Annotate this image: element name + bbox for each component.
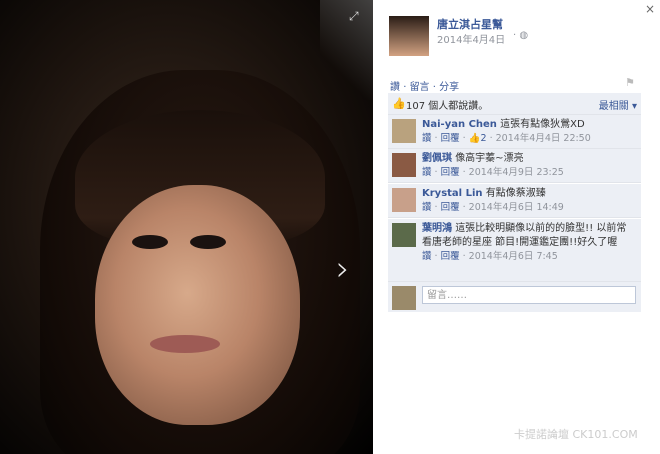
comment-item: Nai-yan Chen 這張有點像狄鶯XD 讚 · 回覆 · 👍2 · 201… — [388, 115, 641, 149]
share-link[interactable]: 分享 — [439, 82, 459, 93]
comment-meta: 讚 · 回覆 · 👍2 · 2014年4月4日 22:50 — [422, 133, 591, 144]
comment-time[interactable]: 2014年4月4日 22:50 — [496, 133, 591, 144]
viewer-avatar — [392, 286, 416, 310]
comment-meta: 讚 · 回覆 · 2014年4月6日 7:45 — [422, 251, 558, 262]
comment-text: 這張比較明顯像以前的的臉型!! 以前常看唐老師的星座 節目!開運鑑定團!!好久了… — [422, 223, 627, 248]
photo-eye-right — [190, 235, 226, 249]
comment-time[interactable]: 2014年4月6日 7:45 — [469, 251, 558, 262]
comment-like-link[interactable]: 讚 — [422, 202, 432, 213]
photo-eye-left — [132, 235, 168, 249]
likes-bar: 👍 107 個人都說讚。 最相關 ▾ — [388, 93, 641, 115]
chevron-right-icon[interactable]: › — [336, 252, 350, 286]
comment-reply-link[interactable]: 回覆 — [441, 167, 460, 178]
photo-light-corner — [320, 0, 375, 100]
comment-time[interactable]: 2014年4月6日 14:49 — [469, 202, 564, 213]
comment-item: Krystal Lin 有點像蔡淑臻 讚 · 回覆 · 2014年4月6日 14… — [388, 184, 641, 218]
flag-icon[interactable]: ⚑ — [625, 76, 635, 89]
comment-like-link[interactable]: 讚 — [422, 167, 432, 178]
comment-author[interactable]: Krystal Lin — [422, 188, 483, 199]
likes-count[interactable]: 107 個人都說讚。 — [406, 97, 488, 112]
like-link[interactable]: 讚 — [390, 82, 400, 93]
comment-input[interactable]: 留言…… — [422, 286, 636, 304]
comment-meta: 讚 · 回覆 · 2014年4月9日 23:25 — [422, 167, 564, 178]
site-watermark: funpeer.com — [548, 437, 639, 452]
comment-text: 這張有點像狄鶯XD — [500, 119, 585, 130]
action-sep: · — [432, 82, 436, 93]
comment-avatar[interactable] — [392, 188, 416, 212]
post-actions: 讚 · 留言 · 分享 — [390, 78, 459, 93]
thumb-up-icon: 👍 — [392, 97, 406, 110]
comment-avatar[interactable] — [392, 153, 416, 177]
comment-reply-link[interactable]: 回覆 — [441, 133, 460, 144]
post-date[interactable]: 2014年4月4日 — [437, 31, 505, 46]
comment-reply-link[interactable]: 回覆 — [441, 251, 460, 262]
comment-text: 有點像蔡淑臻 — [485, 188, 546, 199]
comment-avatar[interactable] — [392, 119, 416, 143]
photo-face — [95, 185, 300, 425]
comment-composer: 留言…… — [388, 282, 641, 312]
comment-like-link[interactable]: 讚 — [422, 133, 432, 144]
comment-author[interactable]: Nai-yan Chen — [422, 119, 497, 130]
page-avatar[interactable] — [389, 16, 429, 56]
comment-link[interactable]: 留言 — [410, 82, 430, 93]
expand-icon[interactable]: ⤢ — [349, 9, 359, 24]
comment-item: 葉明鴻 這張比較明顯像以前的的臉型!! 以前常看唐老師的星座 節目!開運鑑定團!… — [388, 219, 641, 282]
comment-author[interactable]: 劉佩琪 — [422, 153, 452, 164]
globe-icon: · ◍ — [513, 30, 529, 41]
photo-lips — [150, 335, 220, 353]
comment-reply-link[interactable]: 回覆 — [441, 202, 460, 213]
comment-like-count[interactable]: 👍2 — [469, 133, 487, 144]
photo-viewer[interactable] — [0, 0, 373, 454]
comment-avatar[interactable] — [392, 223, 416, 247]
comment-author[interactable]: 葉明鴻 — [422, 223, 452, 234]
comment-meta: 讚 · 回覆 · 2014年4月6日 14:49 — [422, 202, 564, 213]
action-sep: · — [403, 82, 407, 93]
post-date-text[interactable]: 2014年4月4日 — [437, 35, 505, 46]
comment-like-link[interactable]: 讚 — [422, 251, 432, 262]
close-icon[interactable]: × — [645, 2, 655, 16]
comment-time[interactable]: 2014年4月9日 23:25 — [469, 167, 564, 178]
comment-item: 劉佩琪 像高宇蓁~漂亮 讚 · 回覆 · 2014年4月9日 23:25 — [388, 149, 641, 183]
sort-dropdown[interactable]: 最相關 ▾ — [599, 97, 637, 112]
comment-text: 像高宇蓁~漂亮 — [455, 153, 524, 164]
page-name-link[interactable]: 唐立淇占星幫 — [437, 16, 503, 32]
